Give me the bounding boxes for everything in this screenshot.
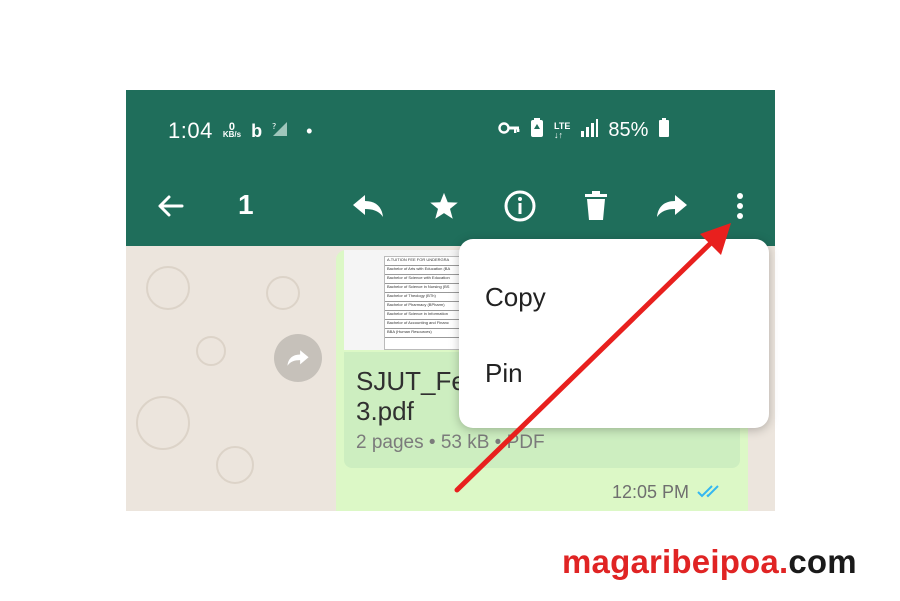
document-meta: 2 pages • 53 kB • PDF <box>356 432 545 453</box>
svg-text:?: ? <box>272 122 276 131</box>
no-signal-icon: ? <box>272 121 288 142</box>
status-right: LTE ↓↑ 85% <box>498 118 670 143</box>
read-receipt-icon <box>697 482 723 503</box>
document-name-line2: 3.pdf <box>356 396 414 426</box>
forward-message-button[interactable] <box>274 334 322 382</box>
battery-saver-icon <box>530 118 544 143</box>
brand-watermark: magaribeipoa.com <box>562 543 857 581</box>
battery-percent: 85% <box>608 119 649 141</box>
wallpaper-doodle <box>216 446 254 484</box>
document-name: SJUT_Fe 3.pdf <box>356 366 466 426</box>
document-name-line1: SJUT_Fe <box>356 366 466 396</box>
brand-tld: com <box>788 543 857 580</box>
status-bar: 1:04 0 KB/s b ? • LTE ↓↑ 85% <box>126 90 775 172</box>
network-type: LTE ↓↑ <box>554 121 570 140</box>
message-time: 12:05 PM <box>612 482 690 502</box>
data-speed: 0 KB/s <box>222 122 242 139</box>
wallpaper-doodle <box>196 336 226 366</box>
status-left: 1:04 0 KB/s b ? • <box>168 118 312 144</box>
wallpaper-doodle <box>146 266 190 310</box>
more-options-icon[interactable] <box>720 186 760 226</box>
brand-name: magaribeipoa. <box>562 543 789 580</box>
menu-item-copy[interactable]: Copy <box>485 282 546 313</box>
data-arrows-icon: ↓↑ <box>554 129 563 140</box>
delete-icon[interactable] <box>576 186 616 226</box>
notification-dot-icon: • <box>306 120 313 141</box>
selected-count: 1 <box>238 189 254 220</box>
signal-bars-icon <box>580 119 599 142</box>
forward-icon[interactable] <box>652 186 692 226</box>
wallpaper-doodle <box>136 396 190 450</box>
battery-icon <box>658 118 670 143</box>
selection-action-bar: 1 <box>126 172 775 246</box>
bing-icon: b <box>251 120 263 141</box>
back-arrow-icon[interactable] <box>150 186 190 226</box>
status-time: 1:04 <box>168 118 213 143</box>
reply-icon[interactable] <box>348 186 388 226</box>
message-timestamp: 12:05 PM <box>612 482 723 503</box>
vpn-key-icon <box>498 121 520 140</box>
data-speed-unit: KB/s <box>222 130 242 139</box>
context-menu: Copy Pin <box>459 239 769 428</box>
menu-item-pin[interactable]: Pin <box>485 358 523 389</box>
forward-arrow-icon <box>287 350 309 366</box>
wallpaper-doodle <box>266 276 300 310</box>
info-icon[interactable] <box>500 186 540 226</box>
star-icon[interactable] <box>424 186 464 226</box>
